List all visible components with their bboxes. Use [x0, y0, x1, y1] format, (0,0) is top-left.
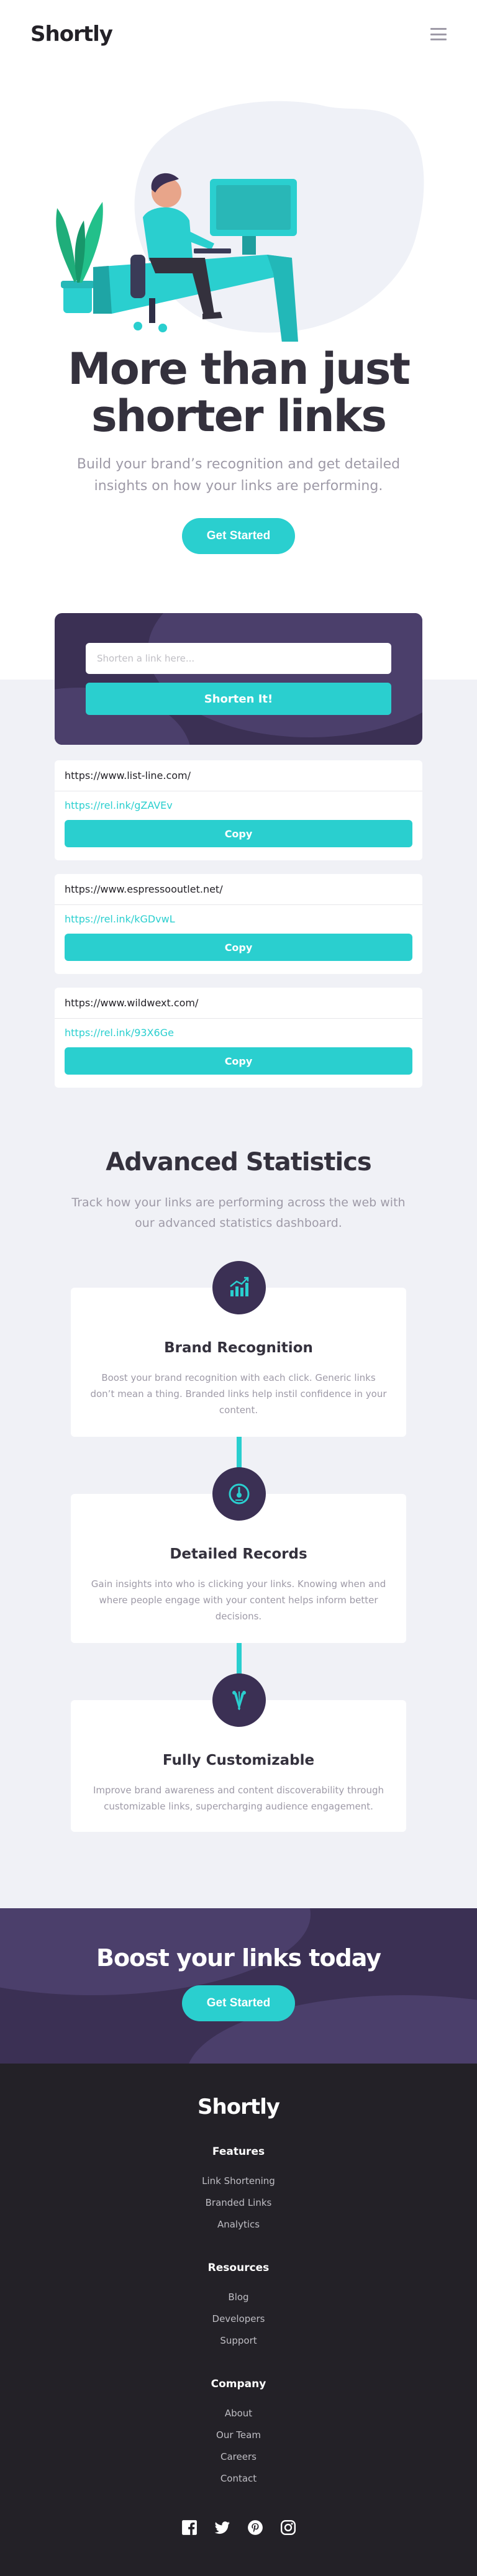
paint-brushes-icon — [212, 1673, 266, 1727]
copy-button[interactable]: Copy — [65, 1047, 412, 1075]
link-input[interactable] — [86, 643, 391, 674]
hero-title-line1: More than just — [68, 344, 411, 394]
copy-button[interactable]: Copy — [65, 820, 412, 847]
twitter-icon[interactable] — [214, 2519, 230, 2536]
feature-text: Gain insights into who is clicking your … — [91, 1578, 386, 1622]
gauge-icon — [212, 1467, 266, 1521]
footer-column-title: Resources — [207, 2262, 270, 2274]
social-links — [0, 2519, 477, 2536]
footer-link[interactable]: Our Team — [0, 2424, 477, 2446]
footer-column-company: Company About Our Team Careers Contact — [0, 2378, 477, 2490]
footer-logo[interactable]: Shortly — [0, 2095, 477, 2119]
instagram-icon[interactable] — [280, 2519, 296, 2536]
feature-text: Boost your brand recognition with each c… — [90, 1372, 387, 1416]
hamburger-bar — [430, 28, 447, 30]
facebook-icon[interactable] — [181, 2519, 198, 2536]
footer-column-title: Features — [212, 2146, 265, 2158]
footer-link[interactable]: Careers — [0, 2446, 477, 2468]
footer-column-resources: Resources Blog Developers Support — [0, 2262, 477, 2352]
stats-subtitle: Track how your links are performing acro… — [71, 1196, 406, 1230]
link-result: https://www.wildwext.com/ https://rel.in… — [55, 988, 422, 1088]
person-working-at-desk-illustration — [0, 68, 477, 348]
logo[interactable]: Shortly — [30, 22, 113, 47]
shorten-button[interactable]: Shorten It! — [86, 683, 391, 715]
get-started-button[interactable]: Get Started — [181, 518, 296, 554]
hero: More than just shorter links Build your … — [0, 345, 477, 554]
hero-subtitle: Build your brand’s recognition and get d… — [76, 457, 401, 494]
page: Shortly More than just shorter links Bui… — [0, 0, 477, 2576]
shortened-links-list: https://www.list-line.com/ https://rel.i… — [55, 760, 422, 1101]
link-result: https://www.espressooutlet.net/ https://… — [55, 874, 422, 974]
site-footer: Shortly Features Link Shortening Branded… — [0, 2064, 477, 2576]
hamburger-bar — [430, 33, 447, 35]
boost-title: Boost your links today — [96, 1944, 381, 1972]
pinterest-icon[interactable] — [247, 2519, 263, 2536]
footer-link[interactable]: Contact — [0, 2468, 477, 2490]
connector-line — [237, 1435, 242, 1472]
feature-text: Improve brand awareness and content disc… — [93, 1785, 384, 1812]
short-url[interactable]: https://rel.ink/93X6Ge — [55, 1019, 422, 1047]
feature-title: Fully Customizable — [162, 1752, 315, 1768]
copy-button[interactable]: Copy — [65, 934, 412, 961]
hero-title: More than just shorter links — [31, 345, 446, 440]
footer-link[interactable]: About — [0, 2403, 477, 2424]
get-started-button[interactable]: Get Started — [181, 1985, 296, 2021]
footer-link[interactable]: Developers — [0, 2308, 477, 2330]
site-header: Shortly — [0, 0, 477, 68]
feature-title: Brand Recognition — [164, 1340, 313, 1356]
stats-title: Advanced Statistics — [106, 1148, 371, 1176]
boost-banner: Boost your links today Get Started — [0, 1908, 477, 2064]
feature-title: Detailed Records — [170, 1546, 307, 1562]
connector-line — [237, 1641, 242, 1678]
original-url: https://www.espressooutlet.net/ — [55, 874, 422, 905]
link-result: https://www.list-line.com/ https://rel.i… — [55, 760, 422, 860]
footer-link[interactable]: Branded Links — [0, 2192, 477, 2214]
footer-link[interactable]: Link Shortening — [0, 2170, 477, 2192]
original-url: https://www.list-line.com/ — [55, 760, 422, 791]
short-url[interactable]: https://rel.ink/kGDvwL — [55, 905, 422, 934]
hamburger-bar — [430, 39, 447, 40]
footer-column-title: Company — [211, 2378, 266, 2390]
hero-title-line2: shorter links — [91, 391, 387, 442]
footer-link[interactable]: Support — [0, 2330, 477, 2352]
advanced-statistics: Advanced Statistics Track how your links… — [0, 1148, 477, 1234]
shorten-form: Shorten It! — [55, 613, 422, 745]
hamburger-menu-icon[interactable] — [430, 28, 447, 40]
original-url: https://www.wildwext.com/ — [55, 988, 422, 1019]
short-url[interactable]: https://rel.ink/gZAVEv — [55, 791, 422, 820]
footer-link[interactable]: Blog — [0, 2287, 477, 2308]
footer-column-features: Features Link Shortening Branded Links A… — [0, 2146, 477, 2236]
footer-link[interactable]: Analytics — [0, 2214, 477, 2236]
decor-shape — [148, 613, 422, 737]
bar-chart-icon — [212, 1261, 266, 1314]
